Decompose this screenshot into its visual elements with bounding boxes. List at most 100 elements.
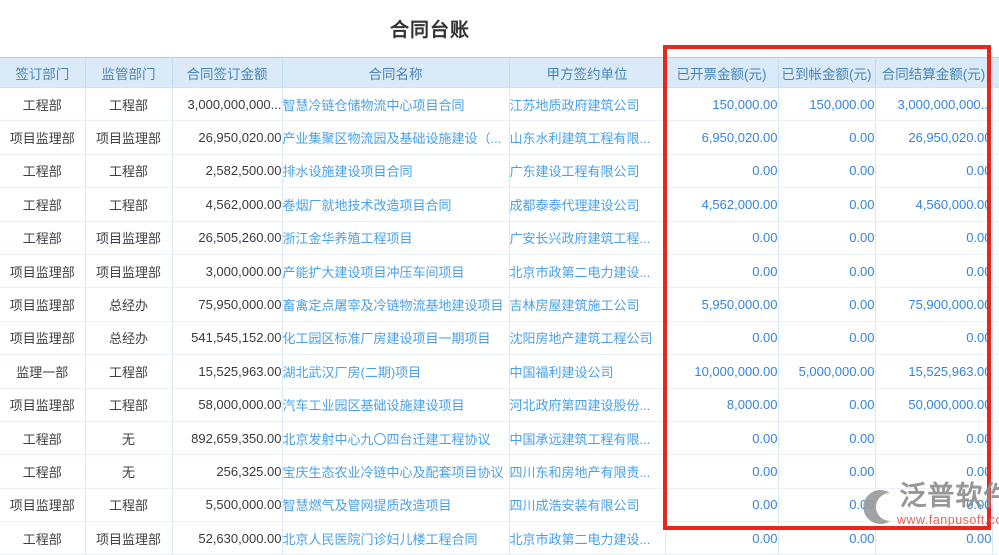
contract_name-link[interactable]: 汽车工业园区基础设施建设项目 — [283, 398, 465, 413]
cell-sign_dept: 项目监理部 — [0, 321, 85, 354]
contract_name-link[interactable]: 化工园区标准厂房建设项目一期项目 — [283, 331, 491, 346]
col-header-received_amount: 已到帐金额(元) — [778, 58, 875, 88]
cell-sign_amount: 58,000,000.00 — [172, 388, 282, 421]
contract_name-link[interactable]: 产业集聚区物流园及基础设施建设（... — [283, 131, 502, 146]
party_a-link[interactable]: 四川成浩安装有限公司 — [510, 498, 640, 513]
cell-party_a: 河北政府第四建设股份... — [509, 388, 665, 421]
cell-invoiced_amount: 5,950,000.00 — [665, 288, 778, 321]
cell-contract_name: 北京发射中心九〇四台迁建工程协议 — [282, 421, 509, 454]
col-header-sign_dept: 签订部门 — [0, 58, 85, 88]
cell-sign_dept: 监理一部 — [0, 355, 85, 388]
cell-supervise_dept: 项目监理部 — [85, 121, 172, 154]
contract_name-link[interactable]: 畜禽定点屠宰及冷链物流基地建设项目 — [283, 298, 504, 313]
contract_name-link[interactable]: 北京发射中心九〇四台迁建工程协议 — [283, 432, 491, 447]
cell-received_amount: 150,000.00 — [778, 88, 875, 121]
party_a-link[interactable]: 吉林房屋建筑施工公司 — [510, 298, 640, 313]
cell-received_amount: 0.00 — [778, 254, 875, 287]
cell-settlement_amount: 50,000,000.00 — [875, 388, 992, 421]
cell-party_a: 四川成浩安装有限公司 — [509, 488, 665, 521]
cell-supervise_dept: 工程部 — [85, 388, 172, 421]
cell-party_a: 中国福利建设公司 — [509, 355, 665, 388]
table-row: 工程部工程部2,582,500.00排水设施建设项目合同广东建设工程有限公司0.… — [0, 154, 999, 187]
cell-invoiced_amount: 0.00 — [665, 522, 778, 555]
cell-spacer — [992, 288, 999, 321]
contract_name-link[interactable]: 卷烟厂就地技术改造项目合同 — [283, 198, 452, 213]
cell-supervise_dept: 无 — [85, 455, 172, 488]
cell-sign_amount: 3,000,000,000... — [172, 88, 282, 121]
cell-party_a: 吉林房屋建筑施工公司 — [509, 288, 665, 321]
cell-party_a: 成都泰泰代理建设公司 — [509, 188, 665, 221]
contract_name-link[interactable]: 湖北武汉厂房(二期)项目 — [283, 365, 422, 380]
table-row: 工程部无256,325.00宝庆生态农业冷链中心及配套项目协议四川东和房地产有限… — [0, 455, 999, 488]
cell-contract_name: 排水设施建设项目合同 — [282, 154, 509, 187]
party_a-link[interactable]: 成都泰泰代理建设公司 — [510, 198, 640, 213]
cell-settlement_amount: 3,000,000,000... — [875, 88, 992, 121]
table-row: 监理一部工程部 15,525,963.00 湖北武汉厂房(二期)项目 中国福利建设公司… — [0, 355, 999, 388]
cell-settlement_amount: 26,950,020.00 — [875, 121, 992, 154]
contract_name-link[interactable]: 浙江金华养殖工程项目 — [283, 231, 413, 246]
cell-received_amount: 0.00 — [778, 221, 875, 254]
cell-invoiced_amount: 10,000,000.00 — [665, 355, 778, 388]
contract_name-link[interactable]: 排水设施建设项目合同 — [283, 164, 413, 179]
cell-invoiced_amount: 0.00 — [665, 455, 778, 488]
party_a-link[interactable]: 中国承远建筑工程有限... — [510, 432, 651, 447]
cell-supervise_dept: 工程部 — [85, 355, 172, 388]
contract_name-link[interactable]: 宝庆生态农业冷链中心及配套项目协议 — [283, 465, 504, 480]
party_a-link[interactable]: 江苏地质政府建筑公司 — [510, 98, 640, 113]
cell-settlement_amount: 15,525,963.00 — [875, 355, 992, 388]
contract_name-link[interactable]: 智慧燃气及管网提质改造项目 — [283, 498, 452, 513]
party_a-link[interactable]: 河北政府第四建设股份... — [510, 398, 651, 413]
cell-spacer — [992, 221, 999, 254]
cell-spacer — [992, 88, 999, 121]
party_a-link[interactable]: 中国福利建设公司 — [510, 365, 614, 380]
cell-settlement_amount: 0.00 — [875, 254, 992, 287]
contract_name-link[interactable]: 产能扩大建设项目冲压车间项目 — [283, 265, 465, 280]
cell-supervise_dept: 工程部 — [85, 488, 172, 521]
cell-supervise_dept: 工程部 — [85, 154, 172, 187]
col-header-settlement_amount: 合同结算金额(元) — [875, 58, 992, 88]
party_a-link[interactable]: 广东建设工程有限公司 — [510, 164, 640, 179]
watermark-url: www.fanpusoft.com — [897, 513, 999, 527]
cell-settlement_amount: 75,900,000.00 — [875, 288, 992, 321]
cell-party_a: 中国承远建筑工程有限... — [509, 421, 665, 454]
contract_name-link[interactable]: 北京人民医院门诊妇儿楼工程合同 — [283, 532, 478, 547]
cell-received_amount: 0.00 — [778, 188, 875, 221]
table-row: 工程部项目监理部26,505,260.00浙江金华养殖工程项目广安长兴政府建筑工… — [0, 221, 999, 254]
watermark-brand: 泛普软件 — [899, 482, 999, 512]
cell-contract_name: 湖北武汉厂房(二期)项目 — [282, 355, 509, 388]
cell-party_a: 四川东和房地产有限责... — [509, 455, 665, 488]
cell-contract_name: 汽车工业园区基础设施建设项目 — [282, 388, 509, 421]
party_a-link[interactable]: 北京市政第二电力建设... — [510, 532, 651, 547]
cell-sign_dept: 项目监理部 — [0, 121, 85, 154]
cell-spacer — [992, 154, 999, 187]
title-bar: 合同台账 — [0, 0, 860, 57]
cell-sign_amount: 4,562,000.00 — [172, 188, 282, 221]
cell-received_amount: 0.00 — [778, 121, 875, 154]
cell-invoiced_amount: 0.00 — [665, 421, 778, 454]
cell-contract_name: 畜禽定点屠宰及冷链物流基地建设项目 — [282, 288, 509, 321]
cell-sign_amount: 52,630,000.00 — [172, 522, 282, 555]
party_a-link[interactable]: 四川东和房地产有限责... — [510, 465, 651, 480]
party_a-link[interactable]: 广安长兴政府建筑工程... — [510, 231, 651, 246]
party_a-link[interactable]: 北京市政第二电力建设... — [510, 265, 651, 280]
cell-party_a: 北京市政第二电力建设... — [509, 254, 665, 287]
cell-invoiced_amount: 0.00 — [665, 254, 778, 287]
cell-sign_amount: 541,545,152.00 — [172, 321, 282, 354]
cell-party_a: 广安长兴政府建筑工程... — [509, 221, 665, 254]
cell-sign_amount: 892,659,350.00 — [172, 421, 282, 454]
cell-spacer — [992, 321, 999, 354]
cell-invoiced_amount: 0.00 — [665, 488, 778, 521]
cell-supervise_dept: 总经办 — [85, 288, 172, 321]
cell-party_a: 江苏地质政府建筑公司 — [509, 88, 665, 121]
cell-settlement_amount: 0.00 — [875, 321, 992, 354]
contract_name-link[interactable]: 智慧冷链仓储物流中心项目合同 — [283, 98, 465, 113]
contract-ledger-table: 签订部门监管部门合同签订金额合同名称甲方签约单位已开票金额(元)已到帐金额(元)… — [0, 57, 999, 555]
cell-supervise_dept: 项目监理部 — [85, 254, 172, 287]
party_a-link[interactable]: 山东水利建筑工程有限... — [510, 131, 651, 146]
table-header-row: 签订部门监管部门合同签订金额合同名称甲方签约单位已开票金额(元)已到帐金额(元)… — [0, 58, 999, 88]
cell-contract_name: 智慧燃气及管网提质改造项目 — [282, 488, 509, 521]
cell-sign_dept: 工程部 — [0, 154, 85, 187]
cell-sign_amount: 5,500,000.00 — [172, 488, 282, 521]
party_a-link[interactable]: 沈阳房地产建筑工程公司 — [510, 331, 653, 346]
cell-spacer — [992, 388, 999, 421]
